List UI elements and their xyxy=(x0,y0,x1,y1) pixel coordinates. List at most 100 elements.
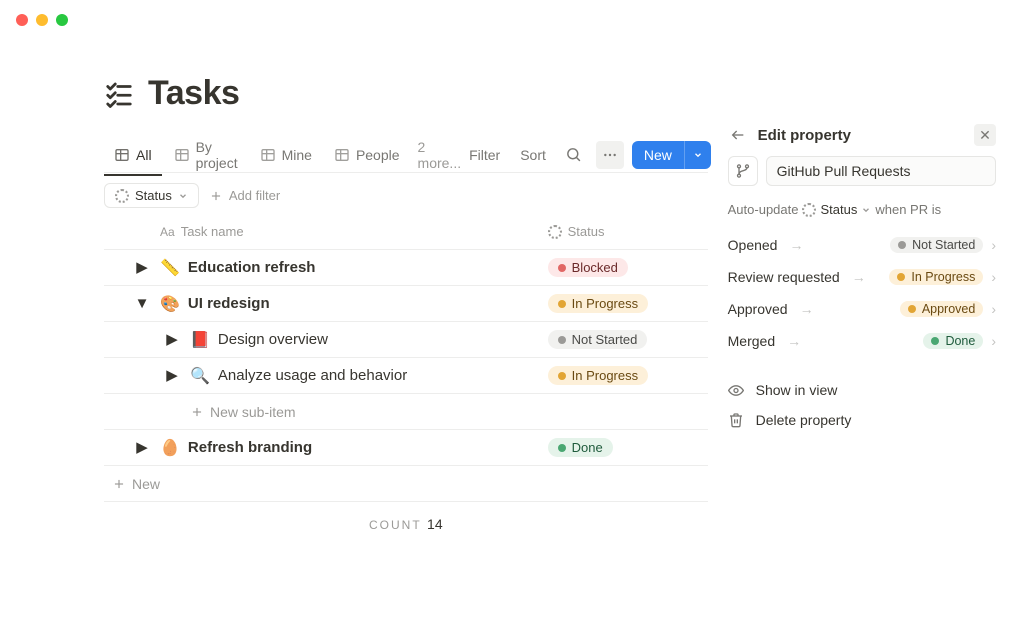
property-panel: Edit property ✕ Auto-update Status when … xyxy=(708,74,996,546)
tab-label: Mine xyxy=(282,147,312,163)
status-icon xyxy=(548,225,562,239)
status-badge[interactable]: Not Started xyxy=(548,330,648,349)
trash-icon xyxy=(728,412,744,428)
tab-people[interactable]: People xyxy=(324,141,410,169)
table-icon xyxy=(174,147,190,163)
table-row[interactable]: ▶ 🥚 Refresh branding Done xyxy=(104,430,708,466)
tab-all[interactable]: All xyxy=(104,141,162,169)
search-button[interactable] xyxy=(560,141,588,169)
status-badge[interactable]: Done xyxy=(548,438,613,457)
auto-update-description: Auto-update Status when PR is xyxy=(728,202,996,217)
delete-property-button[interactable]: Delete property xyxy=(728,405,996,435)
tab-by-project[interactable]: By project xyxy=(164,133,248,177)
auto-update-field-select[interactable]: Status xyxy=(802,202,871,217)
arrow-right-icon: → xyxy=(852,269,866,285)
close-window-icon[interactable] xyxy=(16,14,28,26)
add-filter-button[interactable]: Add filter xyxy=(209,188,280,203)
new-item-button[interactable]: New xyxy=(104,466,708,502)
row-title: Design overview xyxy=(218,331,328,348)
status-mapping-row[interactable]: Merged → Done › xyxy=(728,325,996,357)
status-mapping-row[interactable]: Review requested → In Progress › xyxy=(728,261,996,293)
mapping-from-label: Review requested → xyxy=(728,269,866,285)
mapping-from-label: Opened → xyxy=(728,237,804,253)
tab-mine[interactable]: Mine xyxy=(250,141,322,169)
add-filter-label: Add filter xyxy=(229,188,280,203)
row-emoji-icon: 🥚 xyxy=(160,438,180,458)
text-property-icon: Aa xyxy=(160,225,175,239)
chevron-right-icon: › xyxy=(991,333,996,349)
row-title: Analyze usage and behavior xyxy=(218,367,407,384)
row-title: Education refresh xyxy=(188,259,316,276)
close-panel-button[interactable]: ✕ xyxy=(974,124,996,146)
status-label: In Progress xyxy=(572,368,638,383)
arrow-right-icon: → xyxy=(800,301,814,317)
view-tabs: All By project Mine People 2 more... Fil… xyxy=(104,137,708,173)
status-dot-icon xyxy=(897,273,905,281)
column-header-status[interactable]: Status xyxy=(548,224,708,239)
status-dot-icon xyxy=(558,372,566,380)
sort-button[interactable]: Sort xyxy=(514,143,552,167)
table-row[interactable]: ▶ 🔍 Analyze usage and behavior In Progre… xyxy=(104,358,708,394)
chevron-right-icon: › xyxy=(991,301,996,317)
arrow-right-icon: → xyxy=(789,237,803,253)
row-count: COUNT 14 xyxy=(104,502,708,546)
status-dot-icon xyxy=(931,337,939,345)
status-dot-icon xyxy=(908,305,916,313)
status-label: In Progress xyxy=(572,296,638,311)
show-in-view-button[interactable]: Show in view xyxy=(728,375,996,405)
new-sub-item-button[interactable]: New sub-item xyxy=(104,394,708,430)
table-row[interactable]: ▶ 📏 Education refresh Blocked xyxy=(104,250,708,286)
property-name-input[interactable] xyxy=(766,156,996,186)
property-type-button[interactable] xyxy=(728,156,758,186)
table-row[interactable]: ▶ 📕 Design overview Not Started xyxy=(104,322,708,358)
status-badge: In Progress xyxy=(889,269,983,285)
row-emoji-icon: 🔍 xyxy=(190,366,210,386)
status-mapping-row[interactable]: Approved → Approved › xyxy=(728,293,996,325)
tab-label: All xyxy=(136,147,152,163)
status-label: Blocked xyxy=(572,260,618,275)
filter-button[interactable]: Filter xyxy=(463,143,506,167)
minimize-window-icon[interactable] xyxy=(36,14,48,26)
status-chip-label: Status xyxy=(135,188,172,203)
panel-title: Edit property xyxy=(758,127,964,144)
new-button[interactable]: New xyxy=(632,141,711,169)
status-badge: Done xyxy=(923,333,983,349)
status-label: Not Started xyxy=(572,332,638,347)
window-traffic-lights xyxy=(16,14,68,26)
chevron-down-icon xyxy=(861,205,871,215)
expand-toggle[interactable]: ▶ xyxy=(164,367,180,383)
mapping-from-label: Merged → xyxy=(728,333,801,349)
expand-toggle[interactable]: ▶ xyxy=(164,331,180,347)
plus-icon xyxy=(209,189,223,203)
status-icon xyxy=(115,189,129,203)
status-badge: Not Started xyxy=(890,237,983,253)
arrow-right-icon: → xyxy=(787,333,801,349)
row-emoji-icon: 📏 xyxy=(160,258,180,278)
expand-toggle[interactable]: ▼ xyxy=(134,296,150,312)
status-dot-icon xyxy=(558,264,566,272)
status-dot-icon xyxy=(558,444,566,452)
back-button[interactable] xyxy=(728,125,748,145)
status-dot-icon xyxy=(898,241,906,249)
chevron-down-icon xyxy=(178,191,188,201)
plus-icon xyxy=(112,477,126,491)
mapping-from-label: Approved → xyxy=(728,301,814,317)
status-filter-chip[interactable]: Status xyxy=(104,183,199,208)
table-icon xyxy=(334,147,350,163)
maximize-window-icon[interactable] xyxy=(56,14,68,26)
tasks-table: Aa Task name Status ▶ 📏 Education refres… xyxy=(104,214,708,546)
status-badge[interactable]: In Progress xyxy=(548,366,648,385)
table-icon xyxy=(260,147,276,163)
expand-toggle[interactable]: ▶ xyxy=(134,259,150,275)
more-button[interactable] xyxy=(596,141,624,169)
tab-label: People xyxy=(356,147,400,163)
expand-toggle[interactable]: ▶ xyxy=(134,439,150,455)
git-branch-icon xyxy=(735,163,751,179)
table-row[interactable]: ▼ 🎨 UI redesign In Progress xyxy=(104,286,708,322)
column-header-name[interactable]: Aa Task name xyxy=(160,224,548,239)
status-badge[interactable]: Blocked xyxy=(548,258,628,277)
status-mapping-row[interactable]: Opened → Not Started › xyxy=(728,229,996,261)
status-badge[interactable]: In Progress xyxy=(548,294,648,313)
tabs-more[interactable]: 2 more... xyxy=(418,139,462,171)
eye-icon xyxy=(728,382,744,398)
